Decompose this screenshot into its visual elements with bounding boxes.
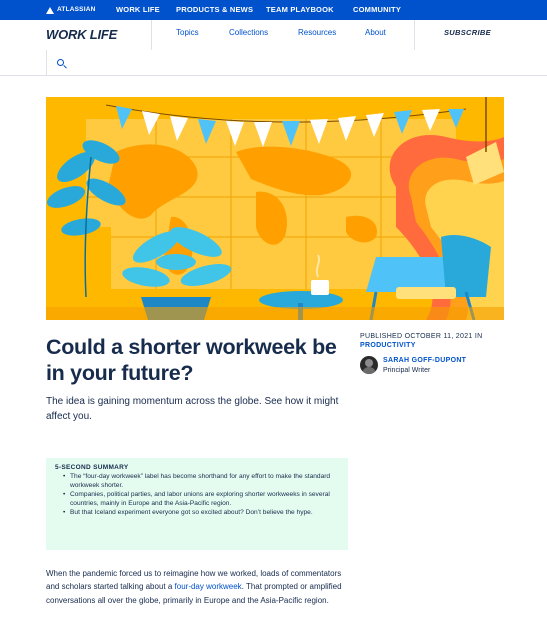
nav-resources[interactable]: Resources <box>298 28 336 37</box>
topbar-link-products-news[interactable]: PRODUCTS & NEWS <box>176 0 253 20</box>
author-role: Principal Writer <box>383 367 431 374</box>
topbar-link-team-playbook[interactable]: TEAM PLAYBOOK <box>266 0 334 20</box>
summary-list: The “four-day workweek” label has become… <box>55 473 339 518</box>
article-dek: The idea is gaining momentum across the … <box>46 396 339 422</box>
subscribe-button[interactable]: SUBSCRIBE <box>444 28 491 37</box>
nav-collections[interactable]: Collections <box>229 28 268 37</box>
atlassian-logo-icon <box>46 6 54 14</box>
article-body-paragraph: When the pandemic forced us to reimagine… <box>46 567 348 607</box>
work-life-logo[interactable]: WORK LIFE <box>46 27 117 42</box>
search-button[interactable] <box>46 50 66 76</box>
author-name[interactable]: SARAH GOFF-DUPONT <box>383 357 466 364</box>
summary-label: 5-SECOND SUMMARY <box>55 464 129 471</box>
category-link[interactable]: PRODUCTIVITY <box>360 341 510 350</box>
four-day-workweek-link[interactable]: four-day workweek <box>175 582 242 591</box>
atlassian-logo-label: ATLASSIAN <box>57 6 96 13</box>
topbar-link-community[interactable]: COMMUNITY <box>353 0 401 20</box>
topbar-link-work-life[interactable]: WORK LIFE <box>116 0 160 20</box>
site-header: WORK LIFE Topics Collections Resources A… <box>0 20 547 76</box>
search-icon <box>57 59 64 66</box>
nav-topics[interactable]: Topics <box>176 28 199 37</box>
five-second-summary: 5-SECOND SUMMARY The “four-day workweek”… <box>46 458 348 550</box>
nav-about[interactable]: About <box>365 28 386 37</box>
avatar[interactable] <box>360 356 378 374</box>
list-item: But that Iceland experiment everyone got… <box>63 509 339 518</box>
hero-illustration <box>46 97 504 320</box>
list-item: The “four-day workweek” label has become… <box>63 473 339 491</box>
published-date: PUBLISHED OCTOBER 11, 2021 IN <box>360 333 483 340</box>
header-divider <box>414 20 415 50</box>
header-divider <box>151 20 152 50</box>
list-item: Companies, political parties, and labor … <box>63 491 339 509</box>
article-title: Could a shorter workweek be in your futu… <box>46 335 337 385</box>
article-meta: PUBLISHED OCTOBER 11, 2021 IN PRODUCTIVI… <box>360 333 510 350</box>
atlassian-logo[interactable]: ATLASSIAN <box>46 0 96 20</box>
global-top-bar: ATLASSIAN WORK LIFE PRODUCTS & NEWS TEAM… <box>0 0 547 20</box>
